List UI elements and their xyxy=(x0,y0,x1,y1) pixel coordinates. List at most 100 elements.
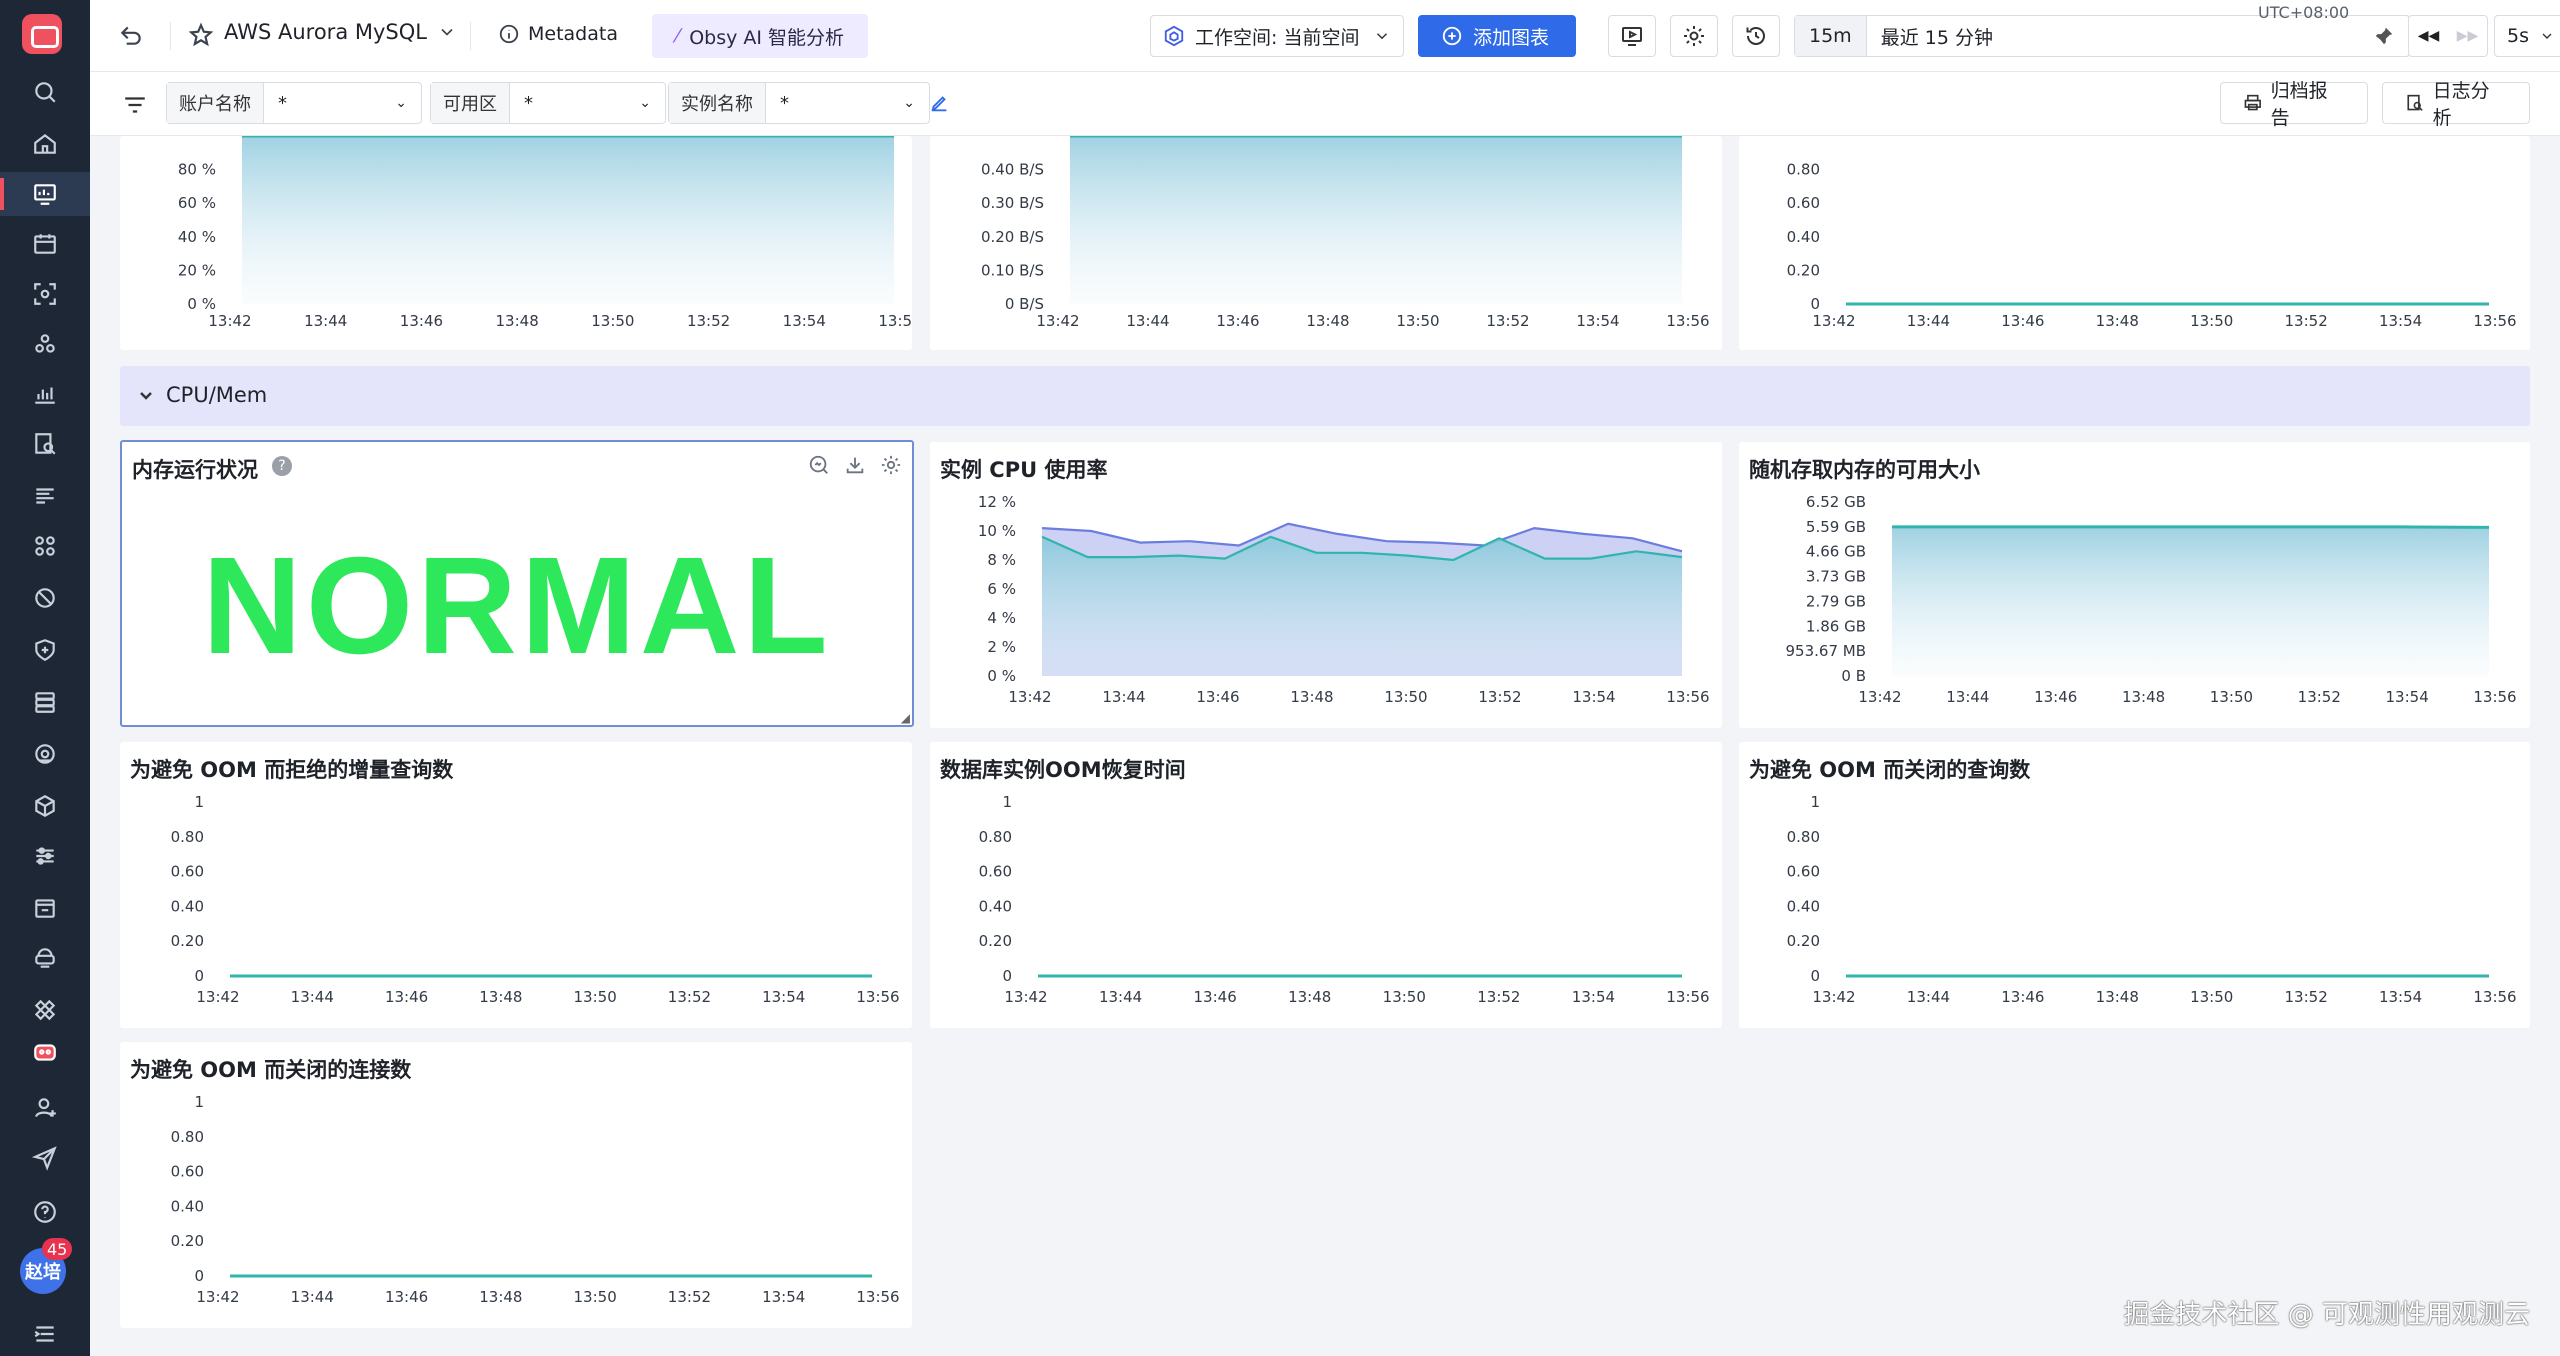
nav-cube[interactable] xyxy=(0,784,90,828)
x-tick-label: 13:44 xyxy=(1907,988,1950,1006)
nav-metrics[interactable] xyxy=(0,372,90,416)
x-tick-label: 13:44 xyxy=(1102,688,1145,706)
nav-sliders[interactable] xyxy=(0,834,90,878)
x-tick-label: 13:44 xyxy=(1946,688,1989,706)
refresh-interval: 5s xyxy=(2507,25,2529,47)
refresh-interval-select[interactable]: 5s xyxy=(2494,15,2560,57)
y-tick-label: 953.67 MB xyxy=(1786,642,1867,660)
obsy-bot-icon xyxy=(34,1044,56,1061)
filter-label: 可用区 xyxy=(431,83,510,123)
nav-shield[interactable] xyxy=(0,628,90,672)
section-cpu-mem[interactable]: CPU/Mem xyxy=(120,366,2530,426)
filter-instance[interactable]: 实例名称 * ⌄ xyxy=(668,82,930,124)
menu-icon xyxy=(34,1326,54,1342)
nav-calendar[interactable] xyxy=(0,222,90,266)
x-tick-label: 13:52 xyxy=(1486,312,1529,330)
metadata-button[interactable]: Metadata xyxy=(498,23,618,45)
user-icon xyxy=(35,1098,56,1118)
y-tick-label: 0 xyxy=(194,1267,204,1285)
y-tick-label: 1 xyxy=(1002,793,1012,811)
filter-icon[interactable] xyxy=(122,92,148,118)
x-tick-label: 13:42 xyxy=(196,988,239,1006)
rewind-icon[interactable]: ◀◀ xyxy=(2418,28,2440,44)
x-tick-label: 13:46 xyxy=(2034,688,2077,706)
filter-account[interactable]: 账户名称 * ⌄ xyxy=(166,82,422,124)
area-chart-cpu-usage: 0 % 2 % 4 % 6 % 8 % 10 % 12 % 13:42 13:44 13:46 13… xyxy=(978,493,1710,706)
y-tick-label: 6 % xyxy=(987,580,1016,598)
edit-icon[interactable] xyxy=(928,92,950,114)
zoom-icon[interactable] xyxy=(808,454,830,476)
nav-home[interactable] xyxy=(0,122,90,166)
star-icon[interactable] xyxy=(188,22,214,48)
nav-send[interactable] xyxy=(0,1136,90,1180)
nav-synthetic[interactable] xyxy=(0,732,90,776)
gear-icon[interactable] xyxy=(880,454,902,476)
y-tick-label: 12 % xyxy=(978,493,1016,511)
x-tick-label: 13:54 xyxy=(762,988,805,1006)
y-tick-label: 0.20 xyxy=(171,932,204,950)
back-icon[interactable] xyxy=(118,22,144,48)
notification-badge: 45 xyxy=(42,1238,73,1260)
x-tick-label: 13:52 xyxy=(2285,988,2328,1006)
x-tick-label: 13:44 xyxy=(304,312,347,330)
y-tick-label: 4.66 GB xyxy=(1806,543,1866,561)
x-tick-label: 13:44 xyxy=(291,988,334,1006)
chart-panel-cpu-usage: 实例 CPU 使用率 0 % 2 % 4 % 6 % 8 % 10 % 12 % 13:42 1… xyxy=(930,442,1722,728)
nav-apps[interactable] xyxy=(0,524,90,568)
nav-obsy-bot[interactable] xyxy=(0,1030,90,1074)
help-icon[interactable]: ? xyxy=(272,456,292,476)
log-analysis-button[interactable]: 日志分析 xyxy=(2382,80,2530,129)
series-area xyxy=(242,136,894,304)
nav-ticket[interactable] xyxy=(0,886,90,930)
forward-icon[interactable]: ▶▶ xyxy=(2457,28,2479,44)
history-button[interactable] xyxy=(1732,15,1780,57)
nav-menu[interactable] xyxy=(0,1312,90,1356)
nav-search[interactable] xyxy=(0,70,90,114)
y-tick-label: 60 % xyxy=(178,194,216,212)
nav-user[interactable] xyxy=(0,1086,90,1130)
download-icon[interactable] xyxy=(844,454,866,476)
add-chart-button[interactable]: 添加图表 xyxy=(1418,15,1576,57)
settings-button[interactable] xyxy=(1670,15,1718,57)
y-tick-label: 1.86 GB xyxy=(1806,617,1866,635)
x-tick-label: 13:54 xyxy=(762,1288,805,1306)
x-tick-label: 13:56 xyxy=(878,312,912,330)
nav-database[interactable] xyxy=(0,680,90,724)
y-tick-label: 10 % xyxy=(978,522,1016,540)
nav-log-search[interactable] xyxy=(0,422,90,466)
x-tick-label: 13:48 xyxy=(2096,988,2139,1006)
resize-handle-icon[interactable]: ◢ xyxy=(901,711,910,725)
nav-security[interactable] xyxy=(0,576,90,620)
pin-icon[interactable] xyxy=(2373,25,2395,47)
timezone-label: UTC+08:00 xyxy=(2258,3,2350,22)
nav-integration[interactable] xyxy=(0,936,90,980)
y-tick-label: 2.79 GB xyxy=(1806,592,1866,610)
x-tick-label: 13:48 xyxy=(1288,988,1331,1006)
y-tick-label: 0.60 xyxy=(171,1163,204,1181)
x-tick-label: 13:52 xyxy=(668,1288,711,1306)
watermark-text: 掘金技术社区 @ 可观测性用观测云 xyxy=(2123,1300,2530,1330)
workspace-select[interactable]: 工作空间: 当前空间 xyxy=(1150,15,1404,57)
dashboard-title[interactable]: AWS Aurora MySQL xyxy=(224,20,457,44)
obsy-ai-button[interactable]: ⁄ Obsy AI 智能分析 xyxy=(652,14,869,58)
ticket-icon xyxy=(35,899,55,918)
nav-cluster[interactable] xyxy=(0,322,90,366)
ai-label: Obsy AI 智能分析 xyxy=(689,26,845,49)
memory-status-panel[interactable]: 内存运行状况 ? NORMAL ◢ xyxy=(120,440,914,727)
nav-dashboard[interactable] xyxy=(0,172,90,216)
y-tick-label: 40 % xyxy=(178,228,216,246)
filter-zone[interactable]: 可用区 * ⌄ xyxy=(430,82,666,124)
y-tick-label: 0.40 xyxy=(1787,897,1820,915)
area-chart-percent: 0 % 20 % 40 % 60 % 80 % 13:42 13:44 13:46 13:48 1… xyxy=(178,134,922,330)
nav-scan[interactable] xyxy=(0,272,90,316)
nav-list[interactable] xyxy=(0,474,90,518)
archive-report-button[interactable]: 归档报告 xyxy=(2220,80,2368,129)
workspace-icon xyxy=(1164,25,1184,47)
brand-logo[interactable] xyxy=(22,14,62,54)
y-tick-label: 0 % xyxy=(987,667,1016,685)
y-tick-label: 20 % xyxy=(178,261,216,279)
x-tick-label: 13:50 xyxy=(2190,988,2233,1006)
present-button[interactable] xyxy=(1608,15,1656,57)
nav-help[interactable] xyxy=(0,1190,90,1234)
nav-puzzle[interactable] xyxy=(0,988,90,1032)
